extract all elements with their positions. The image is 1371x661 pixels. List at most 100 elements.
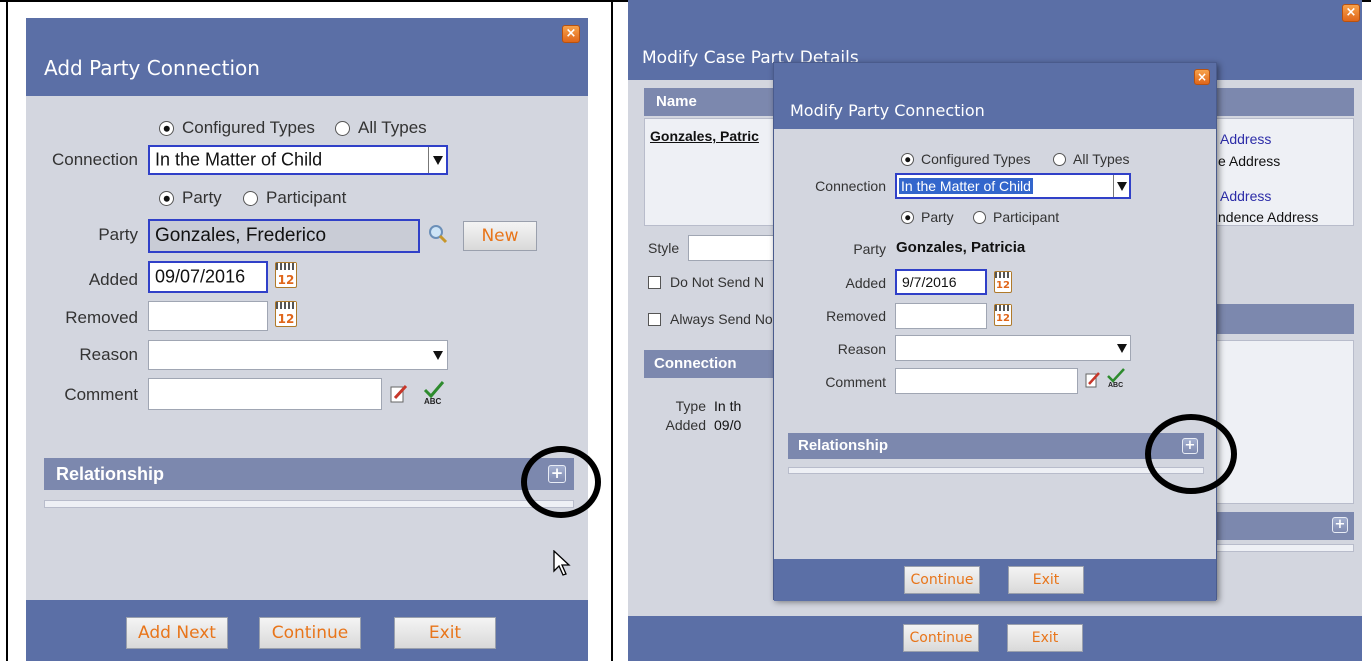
inner-dialog-title: Modify Party Connection [790, 101, 985, 120]
outer-dialog-footer: Continue Exit [628, 616, 1362, 661]
party-radio[interactable] [901, 211, 914, 224]
calendar-icon[interactable]: 12 [275, 301, 297, 327]
party-label: Party [853, 241, 886, 257]
chevron-down-icon[interactable] [428, 147, 446, 173]
chevron-down-icon[interactable] [1113, 175, 1129, 197]
comment-field[interactable] [148, 378, 382, 410]
relationship-title: Relationship [798, 437, 889, 454]
continue-button[interactable]: Continue [903, 624, 979, 652]
relationship-content [44, 500, 574, 508]
comment-field[interactable] [895, 368, 1078, 394]
participant-radio[interactable] [973, 211, 986, 224]
address-type: e Address [1218, 153, 1281, 169]
calendar-icon[interactable]: 12 [994, 271, 1012, 293]
connection-label: Connection [815, 178, 886, 194]
style-label: Style [648, 240, 680, 256]
configured-types-radio[interactable] [159, 121, 174, 136]
all-types-radio[interactable] [1053, 153, 1066, 166]
close-icon[interactable]: × [1194, 69, 1210, 85]
modify-party-connection-dialog: Modify Party Connection × Configured Typ… [773, 62, 1217, 601]
party-label: Party [98, 225, 138, 244]
removed-label: Removed [826, 308, 886, 324]
removed-label: Removed [65, 308, 138, 327]
connection-header: Connection [654, 355, 737, 372]
address-link[interactable]: Address [1220, 131, 1271, 147]
configured-types-label: Configured Types [921, 151, 1031, 167]
chevron-down-icon[interactable] [429, 341, 447, 369]
always-send-checkbox[interactable] [648, 313, 661, 326]
exit-button[interactable]: Exit [1007, 624, 1083, 652]
do-not-send-checkbox[interactable] [648, 276, 661, 289]
add-party-connection-dialog: Add Party Connection × Configured Types … [26, 18, 588, 661]
added-date-field[interactable]: 09/07/2016 [148, 261, 268, 293]
party-radio-label: Party [182, 188, 222, 207]
dialog-title: Add Party Connection [44, 56, 260, 80]
relationship-section-header: Relationship + [44, 458, 574, 490]
conn-added-value: 09/0 [714, 417, 742, 433]
edit-icon[interactable] [390, 384, 408, 404]
all-types-radio[interactable] [335, 121, 350, 136]
participant-radio-label: Participant [266, 188, 347, 207]
calendar-icon[interactable]: 12 [994, 304, 1012, 326]
added-label: Added [845, 275, 886, 291]
dialog-footer: Add Next Continue Exit [26, 600, 588, 661]
reason-label: Reason [79, 345, 138, 364]
party-value: Gonzales, Patricia [896, 239, 1026, 256]
configured-types-radio[interactable] [901, 153, 914, 166]
chevron-down-icon[interactable] [1114, 336, 1130, 360]
exit-button[interactable]: Exit [1008, 566, 1084, 594]
comment-label: Comment [825, 374, 886, 390]
addresses-section-bar [1208, 304, 1354, 334]
conn-type-value: In th [714, 398, 742, 414]
all-types-label: All Types [1073, 151, 1130, 167]
edit-icon[interactable] [1085, 371, 1101, 389]
highlight-circle [1145, 414, 1237, 494]
dialog-title-bar: Add Party Connection × [26, 18, 588, 96]
cursor-icon [553, 549, 571, 576]
party-name-link[interactable]: Gonzales, Patric [650, 128, 759, 144]
always-send-label: Always Send No [670, 311, 773, 327]
relationship-title: Relationship [56, 464, 165, 484]
connection-select[interactable]: In the Matter of Child [895, 173, 1131, 199]
reason-label: Reason [837, 341, 886, 357]
relationship-content [788, 467, 1204, 474]
do-not-send-label: Do Not Send N [670, 274, 765, 290]
new-party-button[interactable]: New [463, 221, 537, 251]
close-icon[interactable]: × [562, 25, 580, 43]
all-types-label: All Types [358, 118, 427, 137]
party-field[interactable]: Gonzales, Frederico [148, 219, 420, 253]
frame-divider-line [611, 0, 613, 661]
calendar-icon[interactable]: 12 [275, 262, 297, 288]
removed-date-field[interactable] [148, 301, 268, 331]
conn-type-label: Type [675, 398, 706, 414]
connection-select[interactable]: In the Matter of Child [148, 145, 448, 175]
continue-button[interactable]: Continue [259, 617, 361, 649]
add-next-button[interactable]: Add Next [126, 617, 228, 649]
address-link[interactable]: Address [1220, 188, 1271, 204]
added-label: Added [88, 270, 138, 289]
search-icon[interactable] [428, 224, 448, 244]
party-radio[interactable] [159, 191, 174, 206]
relationship-section-header: Relationship + [788, 433, 1204, 459]
plus-icon[interactable]: + [1332, 517, 1348, 533]
party-radio-label: Party [921, 209, 954, 225]
addresses-panel [1208, 340, 1354, 504]
highlight-circle [521, 446, 601, 518]
reason-select[interactable] [148, 340, 448, 370]
inner-title-bar: Modify Party Connection × [774, 63, 1216, 129]
connection-section-header: Connection [644, 350, 784, 378]
spellcheck-icon[interactable]: ABC [1106, 367, 1126, 391]
connection-label: Connection [51, 150, 138, 169]
configured-types-label: Configured Types [182, 118, 315, 137]
exit-button[interactable]: Exit [394, 617, 496, 649]
name-header: Name [656, 93, 697, 110]
continue-button[interactable]: Continue [904, 566, 980, 594]
comment-label: Comment [64, 385, 138, 404]
spellcheck-icon[interactable]: ABC [422, 380, 446, 408]
removed-date-field[interactable] [895, 303, 987, 329]
close-icon[interactable]: × [1342, 4, 1360, 22]
secondary-section-bar: + [1208, 512, 1354, 540]
added-date-field[interactable]: 9/7/2016 [895, 269, 987, 295]
participant-radio[interactable] [243, 191, 258, 206]
reason-select[interactable] [895, 335, 1131, 361]
